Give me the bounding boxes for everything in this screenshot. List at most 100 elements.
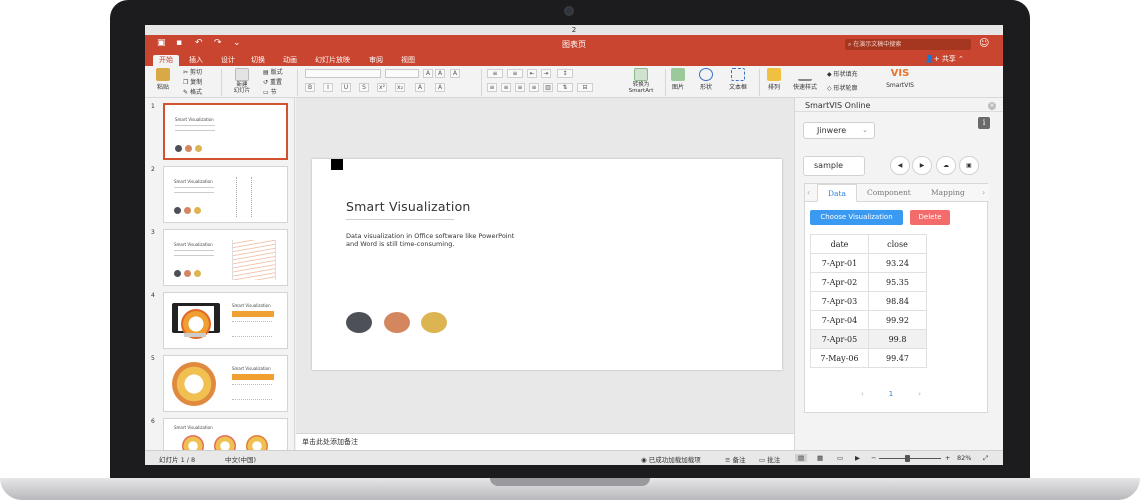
underline-button[interactable]: U	[341, 83, 351, 92]
smartvis-button[interactable]: VIS SmartVIS	[883, 68, 917, 89]
normal-view-icon[interactable]: ▤	[795, 454, 808, 462]
cut-button[interactable]: ✂ 剪切	[183, 67, 202, 76]
tab-animations[interactable]: 动画	[277, 55, 303, 66]
align-left-button[interactable]: ≡	[487, 83, 497, 92]
reading-view-icon[interactable]: ▭	[837, 454, 843, 462]
close-icon[interactable]: ×	[988, 102, 996, 110]
tab-review[interactable]: 审阅	[363, 55, 389, 66]
image-icon[interactable]: ▣	[959, 156, 979, 175]
slide-thumbnail-1[interactable]: Smart Visualization	[163, 103, 288, 160]
paste-button[interactable]: 粘贴	[151, 68, 175, 91]
table-cell[interactable]: 95.35	[868, 272, 927, 292]
slide-thumbnail-3[interactable]: Smart Visualization	[163, 229, 288, 286]
next-page-icon[interactable]: ›	[918, 390, 921, 398]
table-cell[interactable]: 7-Apr-02	[810, 272, 869, 292]
yellow-circle[interactable]	[421, 312, 447, 333]
chevron-right-icon[interactable]: ›	[982, 184, 985, 202]
info-icon[interactable]: i	[978, 117, 990, 129]
table-cell[interactable]: 7-May-06	[810, 348, 869, 368]
tab-view[interactable]: 视图	[395, 55, 421, 66]
zoom-slider[interactable]	[879, 458, 941, 459]
table-cell[interactable]: 7-Apr-05	[810, 329, 869, 349]
zoom-slider-handle[interactable]	[905, 455, 910, 462]
table-cell[interactable]: 7-Apr-03	[810, 291, 869, 311]
slide-sorter-icon[interactable]: ▦	[817, 454, 823, 462]
table-row[interactable]: 7-Apr-05 99.8	[810, 329, 927, 349]
slide-thumbnail-4[interactable]: Smart Visualization	[163, 292, 288, 349]
slide-title[interactable]: Smart Visualization	[346, 199, 471, 214]
tab-slideshow[interactable]: 幻灯片放映	[309, 55, 356, 66]
columns-button[interactable]: ▥	[543, 83, 553, 92]
font-color-button[interactable]: A	[415, 83, 425, 92]
account-dropdown[interactable]: Jinwere ⌄	[803, 122, 875, 139]
line-spacing-button[interactable]: ↕	[557, 69, 573, 78]
table-row[interactable]: 7-Apr-02 95.35	[810, 272, 927, 292]
highlight-button[interactable]: A	[435, 83, 445, 92]
choose-visualization-button[interactable]: Choose Visualization	[810, 210, 903, 225]
bold-button[interactable]: B	[305, 83, 315, 92]
zoom-out-icon[interactable]: −	[871, 454, 876, 462]
increase-indent-button[interactable]: ⇥	[541, 69, 551, 78]
picture-button[interactable]: 图片	[667, 68, 689, 91]
table-row[interactable]: 7-Apr-03 98.84	[810, 291, 927, 311]
superscript-button[interactable]: x²	[377, 83, 387, 92]
tab-mapping[interactable]: Mapping	[931, 184, 965, 202]
tab-transitions[interactable]: 切换	[245, 55, 271, 66]
fit-slide-icon[interactable]: ⤢	[983, 454, 988, 463]
table-cell[interactable]: 98.84	[868, 291, 927, 311]
tab-design[interactable]: 设计	[215, 55, 241, 66]
numbering-button[interactable]: ≡	[507, 69, 523, 78]
layout-button[interactable]: ▤ 版式	[263, 67, 283, 76]
shape-fill-button[interactable]: ◆ 形状填充	[827, 69, 858, 78]
shrink-font-button[interactable]: A	[435, 69, 445, 78]
tab-home[interactable]: 开始	[153, 55, 179, 66]
slide-body-text[interactable]: Data visualization in Office software li…	[346, 232, 516, 248]
format-painter-button[interactable]: ✎ 格式	[183, 87, 202, 96]
subscript-button[interactable]: x₂	[395, 83, 405, 92]
delete-button[interactable]: Delete	[910, 210, 950, 225]
clear-format-button[interactable]: A	[450, 69, 460, 78]
table-cell[interactable]: 99.47	[868, 348, 927, 368]
share-button[interactable]: 👤+ 共享 ⌃	[925, 54, 964, 64]
orange-circle[interactable]	[384, 312, 410, 333]
align-right-button[interactable]: ≡	[515, 83, 525, 92]
shape-outline-button[interactable]: ◇ 形状轮廓	[827, 83, 858, 92]
dataset-select[interactable]: sample	[803, 156, 865, 176]
reset-button[interactable]: ↺ 重置	[263, 77, 282, 86]
quick-styles-button[interactable]: 快速样式	[789, 68, 821, 91]
next-icon[interactable]: ▶	[912, 156, 932, 175]
arrange-button[interactable]: 排列	[763, 68, 785, 91]
table-cell[interactable]: 99.92	[868, 310, 927, 330]
table-cell[interactable]: 99.8	[868, 329, 927, 349]
current-slide[interactable]: Smart Visualization Data visualization i…	[312, 159, 782, 370]
table-cell[interactable]: 7-Apr-01	[810, 253, 869, 273]
font-size-select[interactable]	[385, 69, 419, 78]
font-name-select[interactable]	[305, 69, 381, 78]
language-indicator[interactable]: 中文(中国)	[225, 454, 256, 464]
tab-insert[interactable]: 插入	[183, 55, 209, 66]
convert-smartart-button[interactable]: 转换为 SmartArt	[619, 68, 663, 94]
slide-thumbnail-2[interactable]: Smart Visualization	[163, 166, 288, 223]
zoom-level[interactable]: 82%	[957, 454, 971, 462]
feedback-icon[interactable]: ☺	[979, 38, 989, 49]
cloud-upload-icon[interactable]: ☁	[936, 156, 956, 175]
decrease-indent-button[interactable]: ⇤	[527, 69, 537, 78]
prev-icon[interactable]: ◀	[890, 156, 910, 175]
bullets-button[interactable]: ≡	[487, 69, 503, 78]
grow-font-button[interactable]: A	[423, 69, 433, 78]
dark-circle[interactable]	[346, 312, 372, 333]
comments-button[interactable]: ▭ 批注	[759, 454, 780, 464]
shape-button[interactable]: 形状	[695, 68, 717, 91]
section-button[interactable]: ▭ 节	[263, 87, 277, 96]
search-input[interactable]: ⌕ 在演示文稿中搜索	[845, 39, 971, 50]
justify-button[interactable]: ≡	[529, 83, 539, 92]
new-slide-button[interactable]: 新建 幻灯片	[227, 68, 257, 94]
textbox-button[interactable]: 文本框	[725, 68, 751, 91]
table-row[interactable]: 7-Apr-04 99.92	[810, 310, 927, 330]
slide-thumbnail-6[interactable]: Smart Visualization	[163, 418, 288, 450]
italic-button[interactable]: I	[323, 83, 333, 92]
text-direction-button[interactable]: ⇅	[557, 83, 573, 92]
table-row[interactable]: 7-Apr-01 93.24	[810, 253, 927, 273]
table-cell[interactable]: 7-Apr-04	[810, 310, 869, 330]
strikethrough-button[interactable]: S	[359, 83, 369, 92]
